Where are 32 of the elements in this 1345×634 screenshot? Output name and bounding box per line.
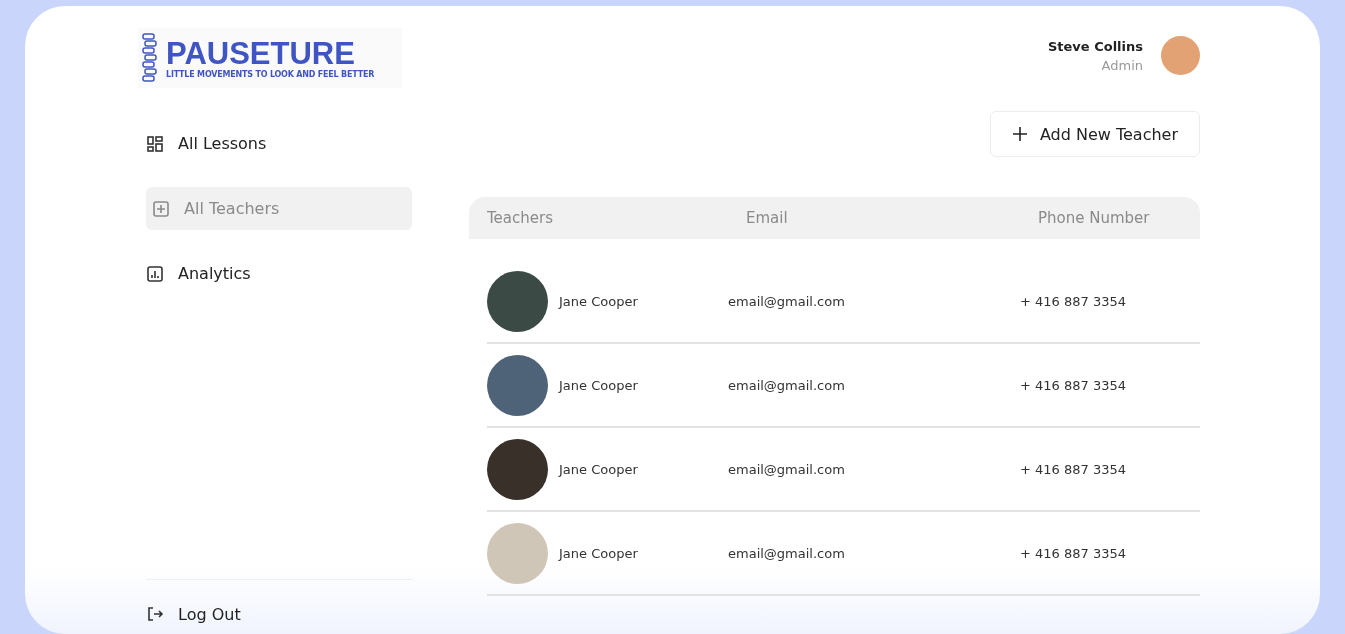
avatar <box>487 270 548 332</box>
sidebar-item[interactable]: Analytics <box>146 252 412 295</box>
avatar <box>487 354 548 416</box>
phone-cell-text: + 416 887 3354 <box>1020 377 1127 393</box>
logo-tagline: LITTLE MOVEMENTS TO LOOK AND FEEL BETTER <box>166 69 375 79</box>
plus-square-icon <box>152 199 170 218</box>
email-cell-text: email@gmail.com <box>728 377 846 393</box>
user-role: Admin <box>1101 57 1143 73</box>
sidebar-item[interactable]: All Lessons <box>146 122 412 165</box>
phone-cell-text: + 416 887 3354 <box>1020 461 1127 477</box>
logo-name: PAUSETURE <box>166 37 355 70</box>
logout-icon <box>146 605 164 623</box>
avatar <box>1161 36 1200 75</box>
bar-chart-icon <box>146 264 164 283</box>
email-cell-text: email@gmail.com <box>728 545 846 561</box>
email-cell-text: email@gmail.com <box>728 461 846 477</box>
teacher-name: Jane Cooper <box>559 461 638 477</box>
phone-cell-text: + 416 887 3354 <box>1020 293 1127 309</box>
email-cell-text: email@gmail.com <box>728 293 846 309</box>
teacher-name: Jane Cooper <box>559 545 638 561</box>
logout-link[interactable]: Log Out <box>146 579 412 634</box>
column-header: Email <box>746 209 789 227</box>
teacher-name: Jane Cooper <box>559 293 638 309</box>
add-teacher-button[interactable]: Add New Teacher <box>989 111 1200 157</box>
teacher-name: Jane Cooper <box>559 377 638 393</box>
column-header: Phone Number <box>1038 209 1151 227</box>
user-name: Steve Collins <box>1047 38 1143 54</box>
avatar <box>487 438 548 500</box>
grid-icon <box>146 134 164 153</box>
column-header: Teachers <box>487 209 554 227</box>
plus-icon <box>1011 126 1028 142</box>
phone-cell-text: + 416 887 3354 <box>1020 545 1127 561</box>
